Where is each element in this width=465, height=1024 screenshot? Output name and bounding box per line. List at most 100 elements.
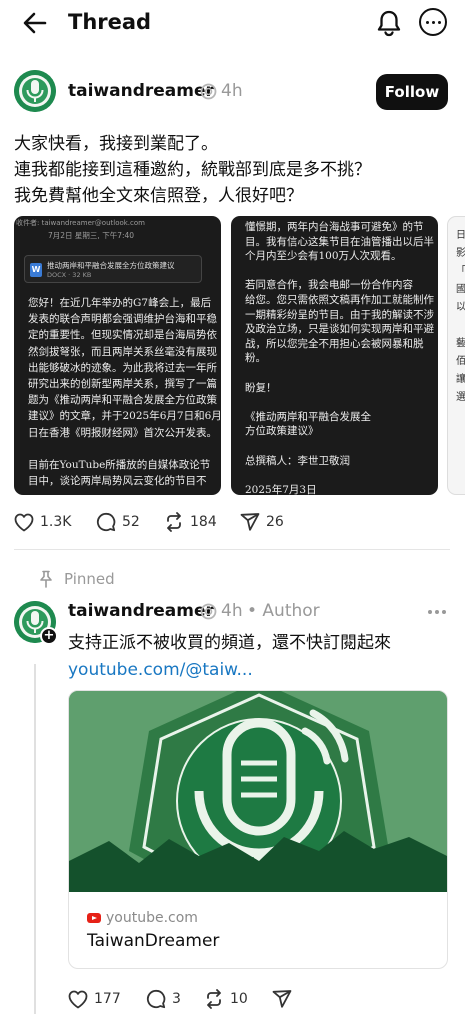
repost-count: 184	[190, 514, 217, 530]
like-button[interactable]: 1.3K	[14, 509, 71, 535]
post-body: 大家快看，我接到業配了。 連我都能接到這種邀約，統戰部到底是多不挑？ 我免費幫他…	[14, 131, 454, 209]
share-button[interactable]: 26	[240, 509, 284, 535]
image-text-line: 日在香港《明报财经网》首次公开发表。	[28, 426, 217, 439]
dot-icon	[431, 20, 435, 24]
image-text-line: 题为《推动两岸和平融合发展全方位政策	[28, 394, 217, 407]
image-text-line: 讓	[456, 374, 465, 385]
image-text-line: 盼复！	[245, 381, 277, 394]
page-title: Thread	[68, 10, 152, 34]
username[interactable]: taiwandreamer	[68, 80, 214, 102]
post-image[interactable]: 收件者: taiwandreamer@outlook.com 7月2日 星期三,…	[14, 216, 221, 495]
reply-link[interactable]: youtube.com/@taiw...	[68, 659, 253, 681]
image-text-line: 目。我有信心这集节目在油管播出以后半	[245, 235, 434, 248]
verified-badge-icon	[200, 83, 217, 100]
heart-icon	[68, 990, 88, 1008]
heart-icon	[14, 513, 34, 531]
send-icon	[272, 990, 292, 1008]
top-bar: Thread	[0, 0, 465, 46]
image-text-line: 给您。您只需依照文稿再作加工就能制作	[245, 294, 434, 306]
dot-icon	[437, 20, 441, 24]
post-time: 4h	[221, 81, 243, 101]
post-header: taiwandreamer 4h Follow	[14, 70, 454, 114]
image-text-line: 懂憬期，两年内台海战事可避免》的节	[245, 221, 424, 233]
like-count: 1.3K	[40, 514, 72, 530]
image-carousel[interactable]: 收件者: taiwandreamer@outlook.com 7月2日 星期三,…	[14, 216, 465, 495]
image-text-line: 发表的联合声明都会强调维护台海和平稳	[28, 313, 217, 326]
pinned-label: Pinned	[64, 570, 115, 588]
pinned-indicator: Pinned	[38, 568, 115, 590]
comment-button[interactable]: 52	[96, 509, 140, 535]
reply-share-button[interactable]	[272, 986, 292, 1012]
verified-badge-icon	[200, 603, 217, 620]
attachment-meta: DOCX · 32 KB	[47, 271, 92, 279]
image-text-line: 若同意合作，我会电邮一份合作内容	[245, 279, 413, 292]
post-text-line: 連我都能接到這種邀約，統戰部到底是多不挑？	[14, 160, 371, 180]
podcast-logo-icon	[14, 70, 56, 112]
image-text-line: 以	[456, 302, 465, 313]
reply-username[interactable]: taiwandreamer	[68, 600, 214, 622]
notifications-button[interactable]	[372, 6, 406, 40]
image-text-line: 佰	[456, 356, 465, 367]
repost-icon	[167, 512, 181, 532]
reply-actions: 177 3 10	[68, 986, 448, 1012]
reply-more-button[interactable]	[428, 610, 446, 614]
image-text-line: 您好！在近几年举办的G7峰会上，最后	[28, 297, 212, 309]
image-text-line: 選	[456, 392, 465, 403]
follow-plus-badge[interactable]: +	[40, 627, 58, 645]
image-text-line: 及政治立场，只是谈如何实现两岸和平避	[245, 323, 434, 336]
reply-repost-button[interactable]: 10	[204, 986, 248, 1012]
image-text-line: 个月内至少会有100万人次观看。	[245, 250, 402, 263]
dot-icon	[435, 610, 439, 614]
thread-line	[34, 664, 36, 1014]
reply-time: 4h	[221, 601, 243, 621]
post-text-line: 大家快看，我接到業配了。	[14, 134, 218, 154]
divider	[14, 549, 450, 550]
comment-icon	[147, 989, 166, 1009]
email-recipient: 收件者: taiwandreamer@outlook.com	[16, 219, 145, 227]
image-text-line: 《推动两岸和平融合发展全	[245, 410, 371, 423]
dot-icon	[442, 610, 446, 614]
image-text-line: 國	[456, 284, 465, 295]
image-text-line: 建议》的文章，并于2025年6月7日和6月8	[28, 410, 221, 423]
image-text-line: 研究出来的创新型两岸关系，撰写了一篇	[28, 378, 217, 390]
post-text-line: 我免費幫他全文來信照登，人很好吧？	[14, 186, 303, 206]
link-domain: youtube.com	[106, 910, 198, 926]
post-actions: 1.3K 52 184 26	[14, 509, 454, 535]
follow-button[interactable]: Follow	[376, 74, 448, 110]
image-text-line: 粉。	[245, 352, 266, 365]
dot-icon	[428, 610, 432, 614]
reply-comment-button[interactable]: 3	[146, 986, 181, 1012]
image-text-line: 一期精彩纷呈的节目。由于我的解读不涉	[245, 308, 434, 321]
reply-comment-count: 3	[172, 991, 181, 1007]
podcast-banner-icon	[69, 691, 447, 892]
share-count: 26	[266, 514, 284, 530]
post-image[interactable]: 日影「國以藝佰讓選	[447, 216, 465, 495]
comment-icon	[97, 512, 116, 532]
avatar[interactable]	[14, 70, 56, 112]
attachment-chip: W 推动两岸和平融合发展全方位政策建议 DOCX · 32 KB	[24, 255, 202, 283]
link-title: TaiwanDreamer	[87, 931, 220, 951]
reply-repost-count: 10	[230, 991, 248, 1007]
more-options-button[interactable]	[419, 8, 447, 36]
post-image[interactable]: 懂憬期，两年内台海战事可避免》的节 目。我有信心这集节目在油管播出以后半 个月内至少…	[231, 216, 438, 495]
repost-button[interactable]: 184	[164, 509, 217, 535]
pin-icon	[40, 570, 52, 588]
image-text-line: 目前在YouTube所播放的自媒体政论节	[28, 459, 211, 471]
reply-body: 支持正派不被收買的頻道，還不快訂閱起來	[68, 633, 391, 653]
reply-like-button[interactable]: 177	[68, 986, 121, 1012]
image-text-line: 定的重要性。但现实情况却是台海局势依	[28, 329, 217, 342]
repost-icon	[207, 989, 221, 1009]
link-thumbnail	[69, 691, 447, 892]
comment-count: 52	[122, 514, 140, 530]
reply-like-count: 177	[94, 991, 121, 1007]
image-text-line: 「	[456, 266, 465, 277]
link-preview-card[interactable]: youtube.com TaiwanDreamer	[68, 690, 448, 969]
image-text-line: 方位政策建议》	[245, 425, 319, 438]
image-text-line: 藝	[456, 338, 465, 349]
email-date: 7月2日 星期三, 下午7:40	[48, 231, 135, 240]
image-text-line: 日	[456, 230, 465, 241]
back-button[interactable]	[18, 8, 52, 38]
send-icon	[240, 513, 260, 531]
image-text-line: 战，所以您完全不用担心会被网暴和脱	[245, 337, 424, 350]
image-text-line: 总撰稿人：李世卫敬润	[245, 454, 350, 467]
